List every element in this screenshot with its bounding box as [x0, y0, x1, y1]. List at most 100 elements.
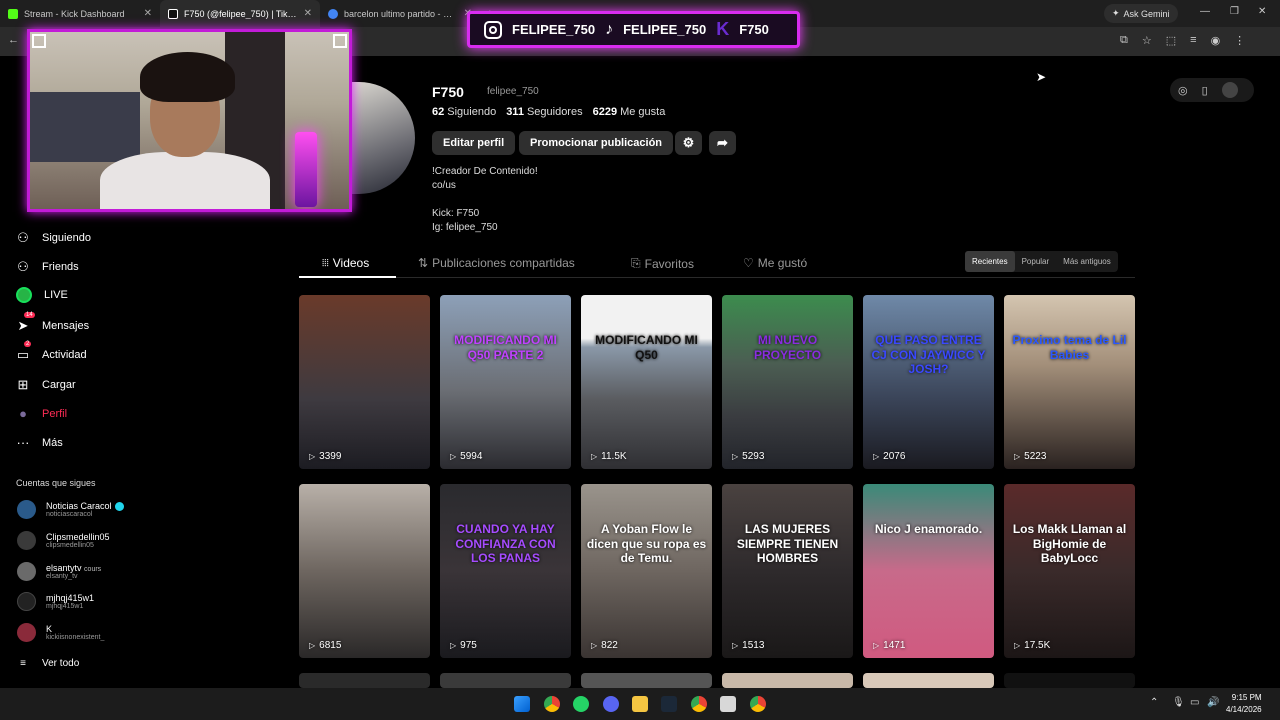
sort-popular[interactable]: Popular: [1015, 251, 1057, 272]
play-icon: ▷: [732, 452, 739, 461]
close-tab-icon[interactable]: ✕: [304, 8, 312, 19]
bookmark-star-icon[interactable]: ☆: [1142, 34, 1152, 47]
following-header: Cuentas que sigues: [16, 478, 96, 488]
sort-recent[interactable]: Recientes: [965, 251, 1015, 272]
instagram-icon: [484, 20, 502, 39]
sidebar-item-perfil[interactable]: ● Perfil: [16, 406, 67, 421]
close-tab-icon[interactable]: ✕: [144, 8, 152, 19]
video-thumbnail-partial[interactable]: [722, 673, 853, 688]
video-thumbnail-partial[interactable]: [440, 673, 571, 688]
microphone-icon[interactable]: 🎙: [1172, 697, 1185, 708]
video-thumbnail[interactable]: MI NUEVO PROYECTO ▷ 5293: [722, 295, 853, 469]
sidebar-item-label: Mensajes: [42, 320, 90, 332]
sidebar-item-label: Siguiendo: [42, 232, 91, 244]
top-right-controls: ◎ ▯: [1170, 78, 1254, 102]
discord-icon[interactable]: [603, 696, 619, 712]
likes-stat: 6229 Me gusta: [592, 106, 666, 118]
minimize-icon[interactable]: —: [1200, 6, 1210, 17]
browser-tab-kick[interactable]: Stream - Kick Dashboard ✕: [0, 0, 160, 27]
sidebar-item-mas[interactable]: ··· Más: [16, 435, 63, 450]
video-thumbnail-partial[interactable]: [1004, 673, 1135, 688]
followed-account[interactable]: mjhqj415w1 mjhqj415w1: [17, 592, 94, 611]
close-window-icon[interactable]: ✕: [1258, 6, 1266, 17]
live-icon: [16, 287, 32, 303]
sidebar-item-live[interactable]: LIVE: [16, 287, 68, 303]
sidebar-item-cargar[interactable]: ⊞ Cargar: [16, 377, 76, 393]
video-thumbnail[interactable]: Proximo tema de Lil Babies ▷ 5223: [1004, 295, 1135, 469]
menu-kebab-icon[interactable]: ⋮: [1234, 34, 1245, 47]
ask-gemini-button[interactable]: ✦ Ask Gemini: [1104, 4, 1178, 23]
compass-icon[interactable]: ◎: [1178, 84, 1188, 97]
video-thumbnail[interactable]: LAS MUJERES SIEMPRE TIENEN HOMBRES ▷ 1513: [722, 484, 853, 658]
clock-time: 9:15 PM: [1231, 693, 1262, 702]
account-avatar-icon[interactable]: ◉: [1211, 34, 1221, 47]
steam-icon[interactable]: [661, 696, 677, 712]
edit-profile-button[interactable]: Editar perfil: [432, 131, 516, 155]
browser-tab-tiktok[interactable]: F750 (@felipee_750) | TikTok ✕: [160, 0, 320, 27]
volume-icon[interactable]: 🔊: [1207, 697, 1219, 708]
maximize-icon[interactable]: ❐: [1230, 6, 1239, 17]
video-thumbnail[interactable]: Nico J enamorado. ▷ 1471: [863, 484, 994, 658]
device-icon[interactable]: ▯: [1202, 84, 1208, 97]
video-thumbnail[interactable]: QUE PASO ENTRE CJ CON JAYWICC Y JOSH? ▷ 20…: [863, 295, 994, 469]
video-thumbnail[interactable]: CUANDO YA HAY CONFIANZA CON LOS PANAS ▷ 97…: [440, 484, 571, 658]
share-icon[interactable]: ➦: [709, 131, 736, 155]
chrome-icon[interactable]: [544, 696, 560, 712]
video-thumbnail[interactable]: Los Makk Llaman al BigHomie de BabyLocc ▷…: [1004, 484, 1135, 658]
sidebar-item-label: LIVE: [44, 289, 68, 301]
video-thumbnail-partial[interactable]: [299, 673, 430, 688]
mouse-cursor-icon: ➤: [1036, 70, 1047, 84]
clock-date: 4/14/2026: [1226, 705, 1262, 714]
back-icon[interactable]: ←: [8, 34, 19, 46]
see-all-link[interactable]: ≡ Ver todo: [16, 658, 79, 669]
extensions-icon[interactable]: ⬚: [1166, 34, 1176, 47]
video-thumbnail[interactable]: ▷ 3399: [299, 295, 430, 469]
bookmark-icon: ⎘: [631, 256, 641, 270]
video-thumbnail-partial[interactable]: [863, 673, 994, 688]
followed-account[interactable]: Noticias Caracol noticiascaracol: [17, 500, 124, 519]
video-view-count: ▷ 3399: [309, 451, 342, 462]
browser-tab-google[interactable]: barcelon ultimo partido - Busc ✕: [320, 0, 480, 27]
promote-post-button[interactable]: Promocionar publicación: [519, 131, 674, 155]
user-avatar[interactable]: [1221, 82, 1238, 98]
tab-favorites[interactable]: ⎘ Favoritos: [631, 256, 694, 271]
whatsapp-icon[interactable]: [573, 696, 589, 712]
followed-account[interactable]: K kickiisnonexistent_: [17, 623, 104, 642]
tab-liked[interactable]: ♡ Me gustó: [743, 256, 807, 270]
obs-icon[interactable]: [720, 696, 736, 712]
windows-start-icon[interactable]: [514, 696, 530, 712]
followed-account[interactable]: elsantytv cours elsanty_tv: [17, 562, 101, 581]
cast-icon[interactable]: ⧉: [1120, 34, 1128, 47]
tab-reposts[interactable]: ⇅ Publicaciones compartidas: [418, 256, 575, 270]
account-name: K: [46, 624, 53, 634]
tab-videos[interactable]: ⦙⦙⦙ Videos: [322, 256, 369, 270]
settings-gear-icon[interactable]: ⚙: [675, 131, 702, 155]
account-extra: cours: [84, 566, 102, 573]
chrome-icon[interactable]: [691, 696, 707, 712]
reading-list-icon[interactable]: ≡: [1190, 34, 1196, 47]
play-icon: ▷: [450, 641, 457, 650]
followed-account[interactable]: Clipsmedellin05 clipsmedellin05: [17, 531, 110, 550]
profile-avatar[interactable]: [350, 82, 415, 194]
video-caption: MODIFICANDO MI Q50 PARTE 2: [454, 333, 557, 362]
video-thumbnail[interactable]: MODIFICANDO MI Q50 PARTE 2 ▷ 5994: [440, 295, 571, 469]
following-stat[interactable]: 62 Siguiendo: [432, 106, 496, 118]
followers-stat[interactable]: 311 Seguidores: [506, 106, 582, 118]
file-explorer-icon[interactable]: [632, 696, 648, 712]
chrome-icon[interactable]: [750, 696, 766, 712]
sidebar-item-siguiendo[interactable]: ⚇ Siguiendo: [16, 230, 91, 246]
tray-chevron-icon[interactable]: ⌃: [1150, 697, 1158, 708]
network-icon[interactable]: ▭: [1190, 697, 1199, 708]
video-view-count: ▷ 1471: [873, 640, 906, 651]
gemini-sparkle-icon: ✦: [1112, 8, 1120, 18]
sort-oldest[interactable]: Más antiguos: [1056, 251, 1118, 272]
video-thumbnail-partial[interactable]: [581, 673, 712, 688]
sidebar-item-mensajes[interactable]: ➤ 14 Mensajes: [16, 312, 90, 334]
video-thumbnail[interactable]: MODIFICANDO MI Q50 ▷ 11.5K: [581, 295, 712, 469]
webcam-overlay: [27, 29, 352, 212]
sidebar-item-friends[interactable]: ⚇ Friends: [16, 259, 79, 275]
video-thumbnail[interactable]: ▷ 6815: [299, 484, 430, 658]
video-thumbnail[interactable]: A Yoban Flow le dicen que su ropa es de …: [581, 484, 712, 658]
system-clock[interactable]: 9:15 PM 4/14/2026: [1226, 692, 1262, 716]
sidebar-item-actividad[interactable]: ▭ 2 Actividad: [16, 341, 87, 363]
